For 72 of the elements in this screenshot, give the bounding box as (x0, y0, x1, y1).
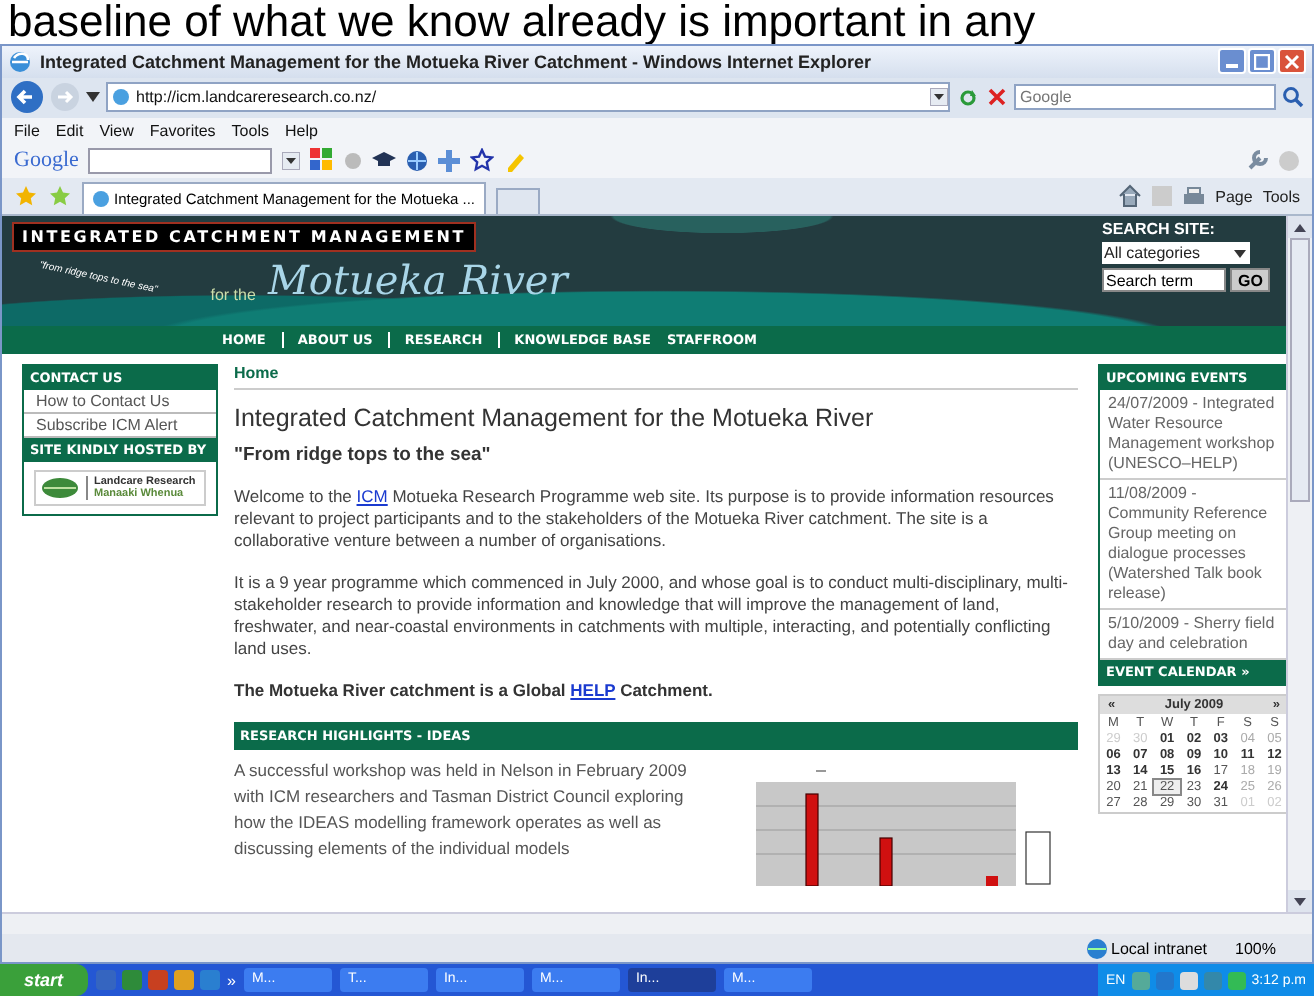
icm-link[interactable]: ICM (356, 486, 388, 507)
menu-item[interactable]: View (99, 121, 134, 140)
go-button[interactable]: GO (1230, 268, 1271, 293)
up-arrow-icon[interactable] (1294, 223, 1306, 232)
highlights-paragraph: A successful workshop was held in Nelson in February 2009 with ICM researchers and Tasman District Council exploring how the IDEAS modelling framework operates as well as discussing elements of the individual models (234, 758, 689, 863)
close-button[interactable] (1278, 48, 1306, 75)
for-the-text: for the (210, 286, 256, 305)
stop-icon[interactable] (986, 86, 1008, 109)
menu-item[interactable]: File (14, 121, 40, 140)
river-name-text: Motueka River (267, 256, 568, 305)
horizontal-scrollbar[interactable] (2, 912, 1312, 935)
browser-logo-icon (8, 49, 32, 74)
new-tab-button[interactable] (495, 188, 540, 215)
caret-icon[interactable] (282, 151, 301, 170)
pencil-icon[interactable] (504, 149, 527, 172)
google-logo: Google (14, 148, 79, 173)
minimize-icon (1226, 64, 1238, 69)
site-title: INTEGRATED CATCHMENT MANAGEMENT (12, 222, 477, 253)
search-label: SEARCH SITE: (1102, 220, 1217, 239)
help-link[interactable]: HELP (570, 680, 616, 701)
minimize-button[interactable] (1218, 48, 1246, 75)
address-field[interactable]: http://icm.landcareresearch.co.nz/ (106, 82, 950, 113)
circle-icon[interactable] (1278, 149, 1300, 172)
more-button[interactable]: » (227, 971, 236, 989)
search-icon[interactable] (1282, 86, 1304, 109)
zoom-control[interactable]: 100% (1235, 939, 1276, 958)
menu-item[interactable]: Tools (231, 121, 269, 140)
star-icon[interactable] (470, 148, 495, 173)
quick-launch-icon[interactable] (199, 970, 220, 990)
page-icon (92, 190, 110, 209)
caret-icon (1232, 245, 1248, 262)
colored-squares-icon[interactable] (310, 148, 335, 173)
search-term-field[interactable]: Search term (1102, 268, 1226, 293)
close-icon (1284, 53, 1300, 70)
page-icon (112, 88, 130, 107)
page-subtitle: "From ridge tops to the sea" (234, 444, 493, 467)
menu-item[interactable]: Edit (55, 121, 84, 140)
page-title: Integrated Catchment Management for the Motueka River (234, 404, 876, 433)
maximize-button[interactable] (1248, 48, 1276, 75)
home-icon[interactable] (1117, 184, 1142, 209)
welcome-paragraph: Welcome to the ICM Motueka Research Programme web site. Its purpose is to provide information resources relevant to project participants and to the stakeholders of the Motueka River catchment. The site is a collaborative venture between a number of organisations. (234, 486, 1056, 553)
circle-icon[interactable] (344, 151, 363, 170)
caption-text: baseline of what we know already is important in any (6, 0, 1038, 44)
quick-launch-icon[interactable] (173, 970, 194, 990)
sidebar-link[interactable]: How to Contact Us (24, 390, 216, 415)
wrench-icon[interactable] (1246, 149, 1268, 172)
window-title: Integrated Catchment Management for the Motueka River Catchment - Windows Internet Explorer (40, 51, 871, 72)
menu-item[interactable]: Help (284, 121, 318, 140)
zone-text: Local intranet (1111, 939, 1208, 958)
down-arrow-icon[interactable] (1294, 897, 1306, 906)
favorites-star-icon[interactable] (14, 184, 38, 209)
maximize-icon (1254, 53, 1270, 70)
globe-icon[interactable] (406, 149, 429, 172)
breadcrumb-link[interactable]: Home (234, 364, 1078, 391)
quick-launch-icon[interactable] (121, 970, 142, 990)
leaf-icon (40, 476, 80, 501)
caret-icon[interactable] (930, 88, 948, 107)
graduation-cap-icon[interactable] (372, 150, 397, 171)
printer-icon[interactable] (1181, 185, 1206, 208)
menu-item[interactable]: Favorites (149, 121, 216, 140)
programme-paragraph: It is a 9 year programme which commenced in July 2000, and whose goal is to conduct multi-disciplinary, multi-stakeholder research to provide information and knowledge that will improve the management of land, freshwater, and near-coastal environments in catchments with multiple, interacting, and potentially conflicting land uses. (234, 572, 1070, 661)
category-dropdown[interactable]: All categories (1102, 242, 1250, 265)
command-button[interactable]: Tools (1262, 187, 1300, 206)
help-sentence: The Motueka River catchment is a Global HELP Catchment. (234, 680, 715, 703)
toolbar-search-field[interactable] (88, 147, 273, 174)
caret-icon[interactable] (86, 92, 100, 103)
add-favorite-icon[interactable] (48, 184, 72, 209)
vertical-scrollbar[interactable] (1286, 216, 1312, 913)
search-field[interactable]: Google (1014, 84, 1276, 111)
globe-icon (1085, 937, 1107, 960)
command-button[interactable]: Page (1215, 187, 1253, 206)
back-button[interactable] (10, 80, 44, 115)
